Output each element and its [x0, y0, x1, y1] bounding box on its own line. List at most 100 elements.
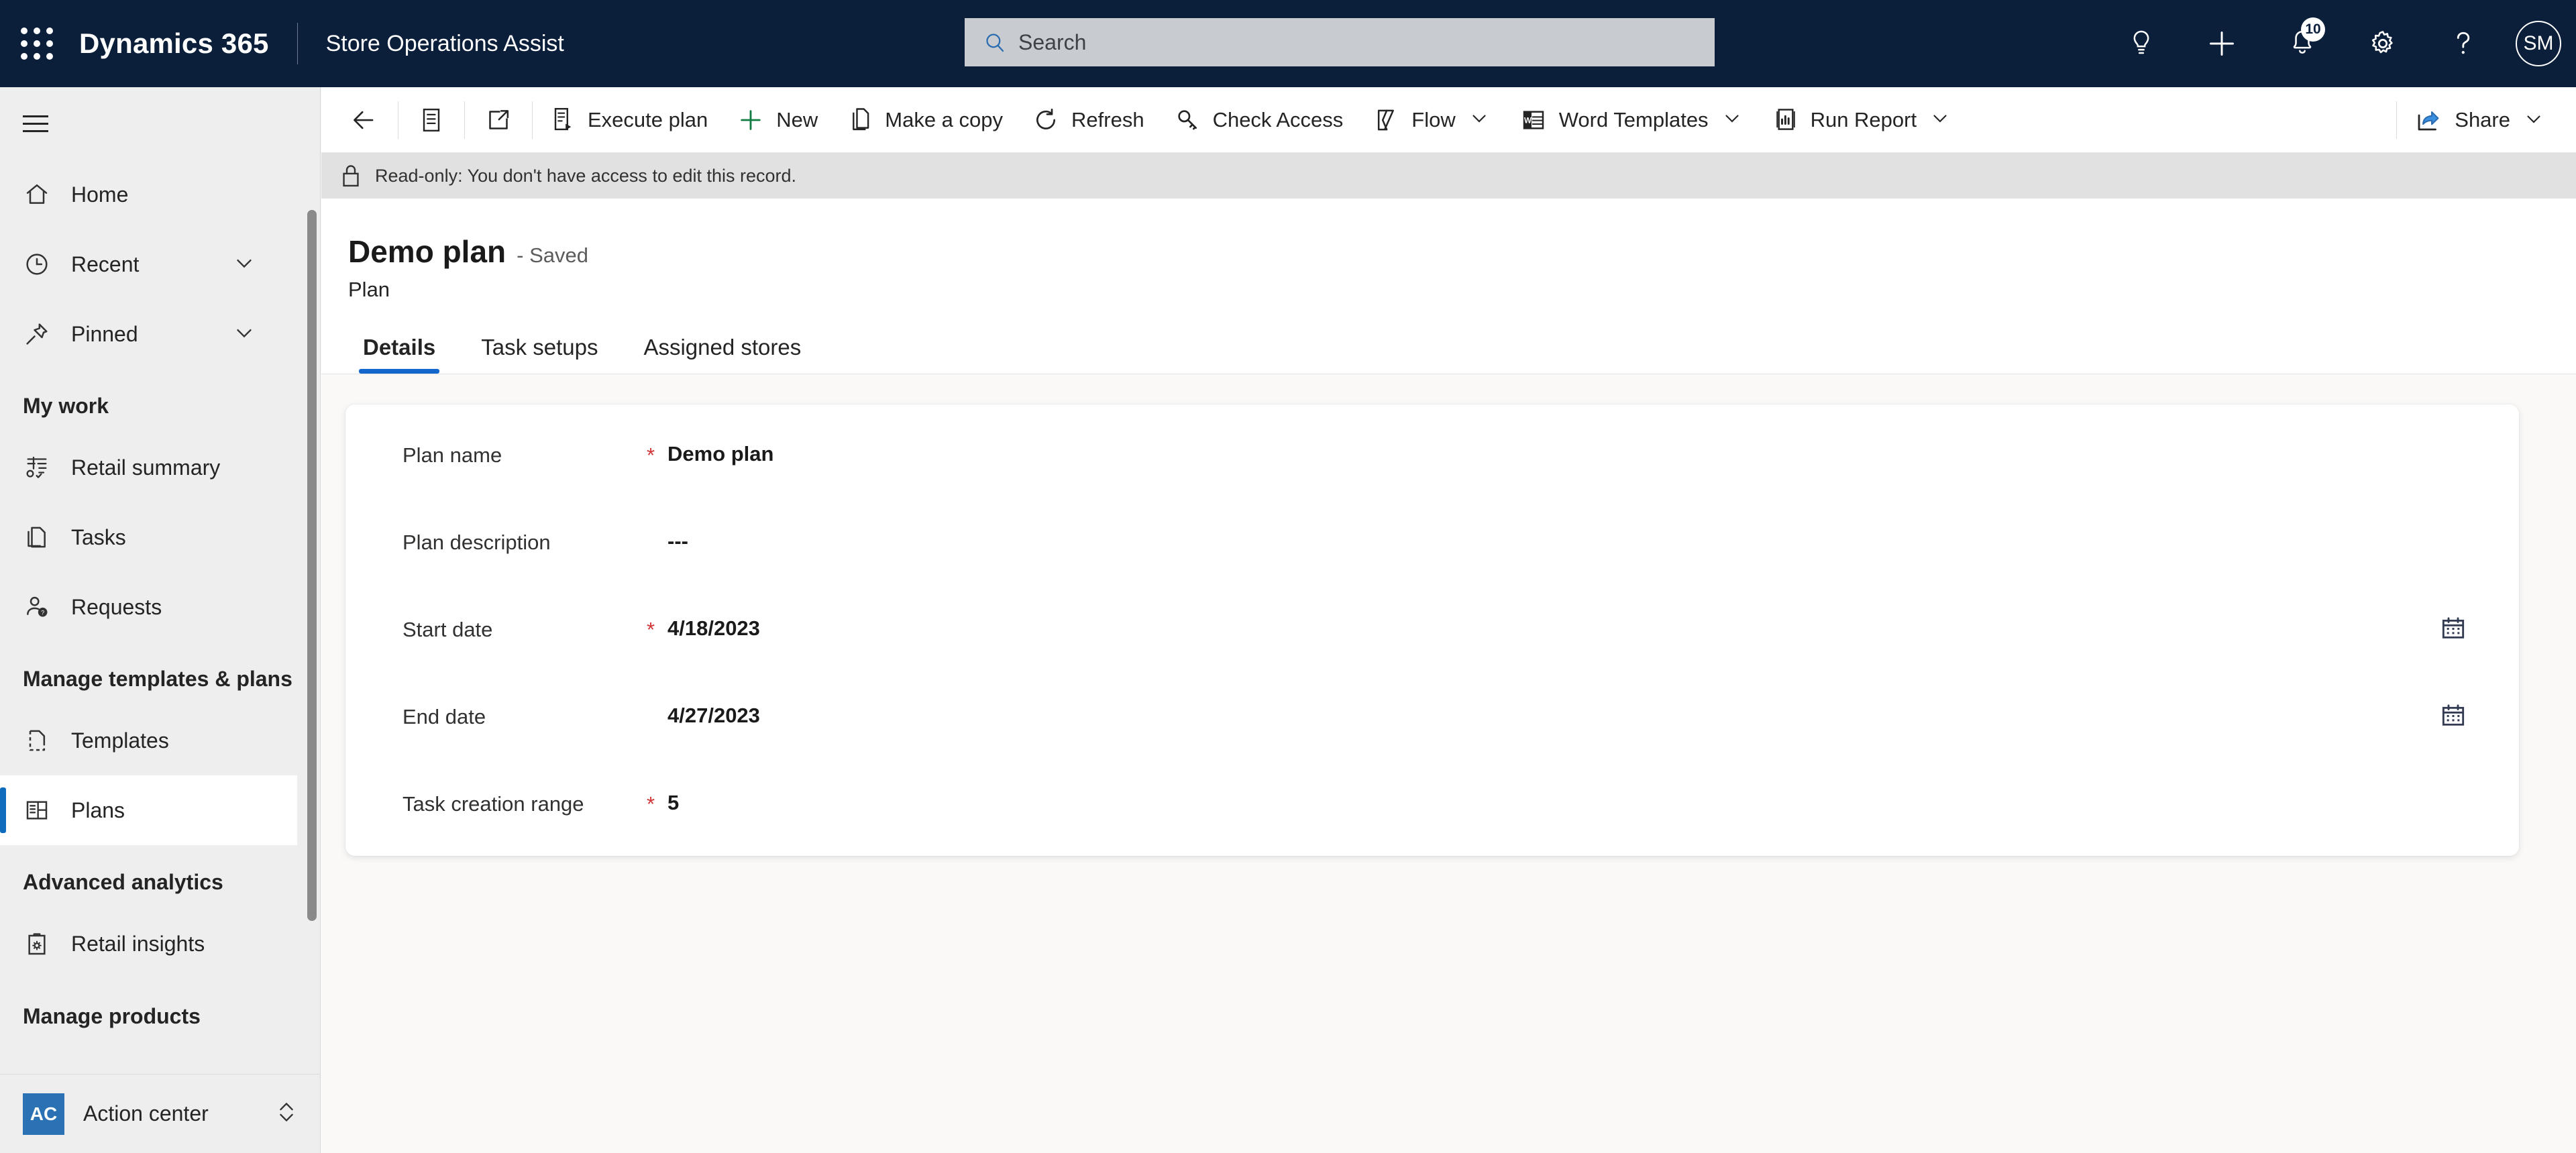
calendar-icon[interactable] [2440, 702, 2467, 732]
clock-icon [23, 250, 51, 278]
sidebar-item-plans[interactable]: Plans [0, 775, 297, 846]
lightbulb-button[interactable] [2101, 0, 2182, 87]
person-question-icon: ? [23, 593, 51, 621]
field-value[interactable]: Demo plan [667, 441, 773, 466]
calendar-icon[interactable] [2440, 615, 2467, 645]
hamburger-icon [23, 115, 48, 132]
search-icon [986, 34, 1004, 52]
word-templates-button[interactable]: W Word Templates [1505, 87, 1758, 153]
make-a-copy-button[interactable]: Make a copy [833, 87, 1018, 153]
app-launcher-button[interactable] [0, 0, 74, 87]
brand-title[interactable]: Dynamics 365 [74, 28, 269, 60]
svg-text:W: W [1524, 116, 1532, 125]
sidebar-item-pinned[interactable]: Pinned [0, 299, 297, 369]
command-divider [532, 101, 533, 139]
field-plan-description: Plan description --- [345, 528, 2519, 615]
notifications-button[interactable]: 10 [2262, 0, 2343, 87]
nav-scroll-region: Home Recent Pinned My work Retail summar… [0, 160, 321, 1065]
header-actions: 10 SM [2101, 0, 2576, 87]
field-label: Plan name [402, 443, 502, 467]
form-list-icon [423, 108, 440, 131]
question-icon [2457, 32, 2470, 54]
waffle-icon [21, 28, 53, 60]
field-label: Plan description [402, 531, 551, 554]
app-name[interactable]: Store Operations Assist [326, 31, 564, 57]
tab-details[interactable]: Details [348, 335, 450, 374]
required-indicator-placeholder [634, 528, 667, 531]
area-switcher[interactable]: AC Action center [0, 1074, 321, 1153]
sidebar-item-templates[interactable]: Templates [0, 706, 297, 775]
execute-plan-button[interactable]: Execute plan [535, 87, 722, 153]
command-label: Make a copy [885, 107, 1004, 131]
field-value[interactable]: 4/18/2023 [667, 615, 760, 641]
sidebar-item-label: Pinned [71, 321, 138, 346]
settings-button[interactable] [2343, 0, 2423, 87]
sidebar-item-requests[interactable]: ? Requests [0, 572, 297, 642]
refresh-icon [1036, 108, 1056, 129]
form-selector-button[interactable] [401, 87, 462, 153]
tab-task-setups[interactable]: Task setups [466, 335, 612, 374]
scrollbar-thumb[interactable] [307, 210, 317, 921]
tab-assigned-stores[interactable]: Assigned stores [629, 335, 816, 374]
sidebar-item-home[interactable]: Home [0, 160, 297, 229]
help-button[interactable] [2423, 0, 2504, 87]
nav-toggle-button[interactable] [0, 87, 321, 160]
share-button[interactable]: Share [2400, 87, 2560, 153]
sidebar-item-tasks[interactable]: Tasks [0, 502, 297, 572]
field-value[interactable]: 5 [667, 789, 679, 815]
box-icon [23, 1064, 51, 1065]
chevron-down-icon[interactable] [1929, 107, 1951, 133]
flow-button[interactable]: Flow [1358, 87, 1505, 153]
copy-icon [853, 107, 869, 130]
sidebar-item-label: Retail insights [71, 932, 205, 956]
new-record-button[interactable] [2182, 0, 2262, 87]
sidebar-item-retail-summary[interactable]: Retail summary [0, 433, 297, 502]
back-button[interactable] [332, 87, 395, 153]
svg-text:?: ? [41, 610, 44, 616]
sidebar-item-recent[interactable]: Recent [0, 229, 297, 299]
chevron-down-icon[interactable] [2522, 107, 2545, 133]
back-arrow-icon [354, 111, 374, 129]
readonly-banner: Read-only: You don't have access to edit… [321, 153, 2576, 199]
sidebar-item-products[interactable]: Products [0, 1043, 297, 1065]
sidebar-item-label: Home [71, 182, 129, 207]
command-label: Run Report [1810, 107, 1917, 131]
nav-group-title: Advanced analytics [23, 870, 223, 895]
field-value[interactable]: 4/27/2023 [667, 702, 760, 728]
chevron-down-icon[interactable] [1468, 107, 1491, 133]
command-divider [464, 101, 465, 139]
popout-button[interactable] [468, 87, 529, 153]
user-avatar[interactable]: SM [2516, 21, 2561, 66]
lightbulb-icon [2133, 30, 2149, 54]
global-search[interactable]: Search [965, 18, 1715, 66]
field-plan-name: Plan name * Demo plan [345, 441, 2519, 528]
run-report-button[interactable]: Run Report [1758, 87, 1967, 153]
plans-icon [23, 796, 51, 824]
up-down-chevron-icon[interactable] [275, 1099, 298, 1129]
nav-group-title: My work [23, 394, 109, 418]
sidebar-scrollbar[interactable] [307, 160, 317, 1065]
field-value[interactable]: --- [667, 528, 688, 553]
search-placeholder: Search [1018, 30, 1087, 54]
command-label: Execute plan [588, 107, 708, 131]
chevron-down-icon[interactable] [231, 320, 257, 349]
nav-group-title: Manage templates & plans [23, 667, 292, 692]
sidebar-item-retail-insights[interactable]: Retail insights [0, 910, 297, 979]
template-icon [23, 726, 51, 755]
sidebar-item-label: Requests [71, 594, 162, 619]
save-status: - Saved [517, 243, 588, 267]
refresh-button[interactable]: Refresh [1018, 87, 1159, 153]
documents-icon [23, 523, 51, 551]
chevron-down-icon[interactable] [1721, 107, 1743, 133]
command-label: Check Access [1212, 107, 1344, 131]
required-indicator-placeholder [634, 702, 667, 705]
sidebar-item-label: Tasks [71, 525, 126, 549]
chevron-down-icon[interactable] [231, 250, 257, 279]
page-title: Demo plan [348, 234, 506, 269]
check-access-button[interactable]: Check Access [1159, 87, 1358, 153]
new-button[interactable]: New [722, 87, 833, 153]
required-indicator: * [646, 792, 655, 816]
plus-icon [2210, 32, 2234, 56]
share-label: Share [2455, 108, 2510, 131]
sidebar-item-label: Templates [71, 728, 169, 753]
